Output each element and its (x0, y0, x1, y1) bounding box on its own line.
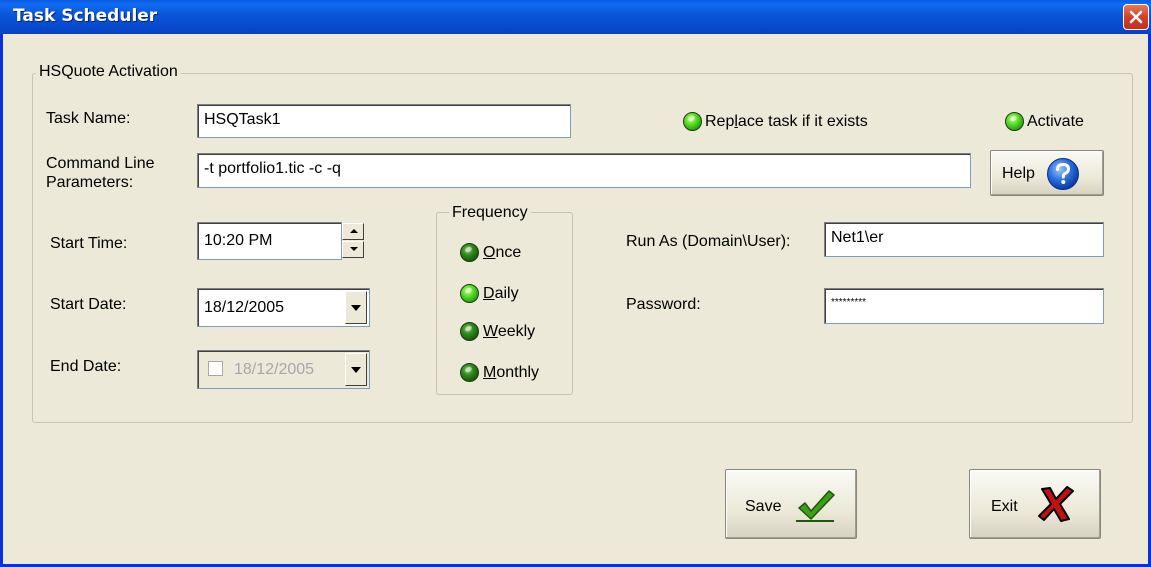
activate-toggle[interactable]: Activate (1005, 112, 1105, 134)
save-button[interactable]: Save (725, 469, 857, 539)
exit-button[interactable]: Exit (969, 469, 1101, 539)
question-icon (1047, 158, 1079, 190)
start-time-input[interactable]: 10:20 PM (197, 222, 342, 260)
help-button-label: Help (1002, 165, 1035, 182)
start-time-label: Start Time: (50, 235, 128, 252)
exit-button-label: Exit (991, 498, 1018, 515)
window-title: Task Scheduler (13, 6, 158, 26)
command-line-label-line2: Parameters: (46, 174, 134, 191)
run-as-label: Run As (Domain\User): (626, 233, 791, 250)
start-time-spinner[interactable] (342, 223, 364, 260)
end-date-dropdown-button[interactable] (345, 353, 367, 386)
close-button[interactable] (1123, 4, 1149, 30)
end-date-label: End Date: (50, 358, 122, 375)
close-icon (1129, 10, 1143, 24)
monthly-label: Monthly (483, 364, 540, 381)
monthly-led-icon (460, 363, 479, 382)
activate-led-icon (1005, 112, 1024, 131)
task-name-input[interactable]: HSQTask1 (197, 104, 571, 138)
daily-led-icon (460, 284, 479, 303)
command-line-input[interactable]: -t portfolio1.tic -c -q (197, 153, 971, 188)
save-button-label: Save (745, 498, 782, 515)
start-date-dropdown-button[interactable] (345, 291, 367, 324)
activate-label: Activate (1027, 113, 1084, 130)
title-bar[interactable]: Task Scheduler (0, 0, 1151, 34)
chevron-down-icon (351, 367, 361, 373)
once-led-icon (460, 243, 479, 262)
spin-down-button[interactable] (342, 241, 364, 258)
replace-task-toggle[interactable]: Replace task if it exists (683, 112, 898, 134)
start-date-label: Start Date: (50, 296, 127, 313)
x-icon (1038, 486, 1074, 522)
replace-task-label: Replace task if it exists (705, 113, 868, 130)
daily-label: Daily (483, 285, 519, 302)
chevron-down-icon (350, 247, 358, 251)
weekly-led-icon (460, 322, 479, 341)
frequency-option-weekly[interactable]: Weekly (460, 322, 550, 344)
chevron-down-icon (351, 305, 361, 311)
end-date-checkbox[interactable] (208, 361, 223, 376)
frequency-option-monthly[interactable]: Monthly (460, 363, 560, 385)
frequency-option-once[interactable]: Once (460, 243, 550, 265)
activation-group-legend: HSQuote Activation (36, 63, 181, 81)
command-line-label-line1: Command Line (46, 155, 155, 172)
frequency-legend: Frequency (449, 204, 531, 222)
run-as-input[interactable]: Net1\er (824, 222, 1104, 257)
task-name-label: Task Name: (46, 110, 131, 127)
help-button[interactable]: Help (990, 150, 1104, 196)
password-input[interactable]: ********* (824, 288, 1104, 324)
password-label: Password: (626, 296, 701, 313)
spin-up-button[interactable] (342, 223, 364, 240)
frequency-option-daily[interactable]: Daily (460, 284, 550, 306)
end-date-value: 18/12/2005 (234, 361, 315, 378)
weekly-label: Weekly (483, 323, 536, 340)
replace-task-led-icon (683, 112, 702, 131)
once-label: Once (483, 244, 522, 261)
start-date-value: 18/12/2005 (204, 299, 285, 316)
chevron-up-icon (350, 229, 358, 233)
task-scheduler-window: Task Scheduler HSQuote Activation Task N… (0, 0, 1151, 567)
checkmark-icon (796, 490, 835, 522)
